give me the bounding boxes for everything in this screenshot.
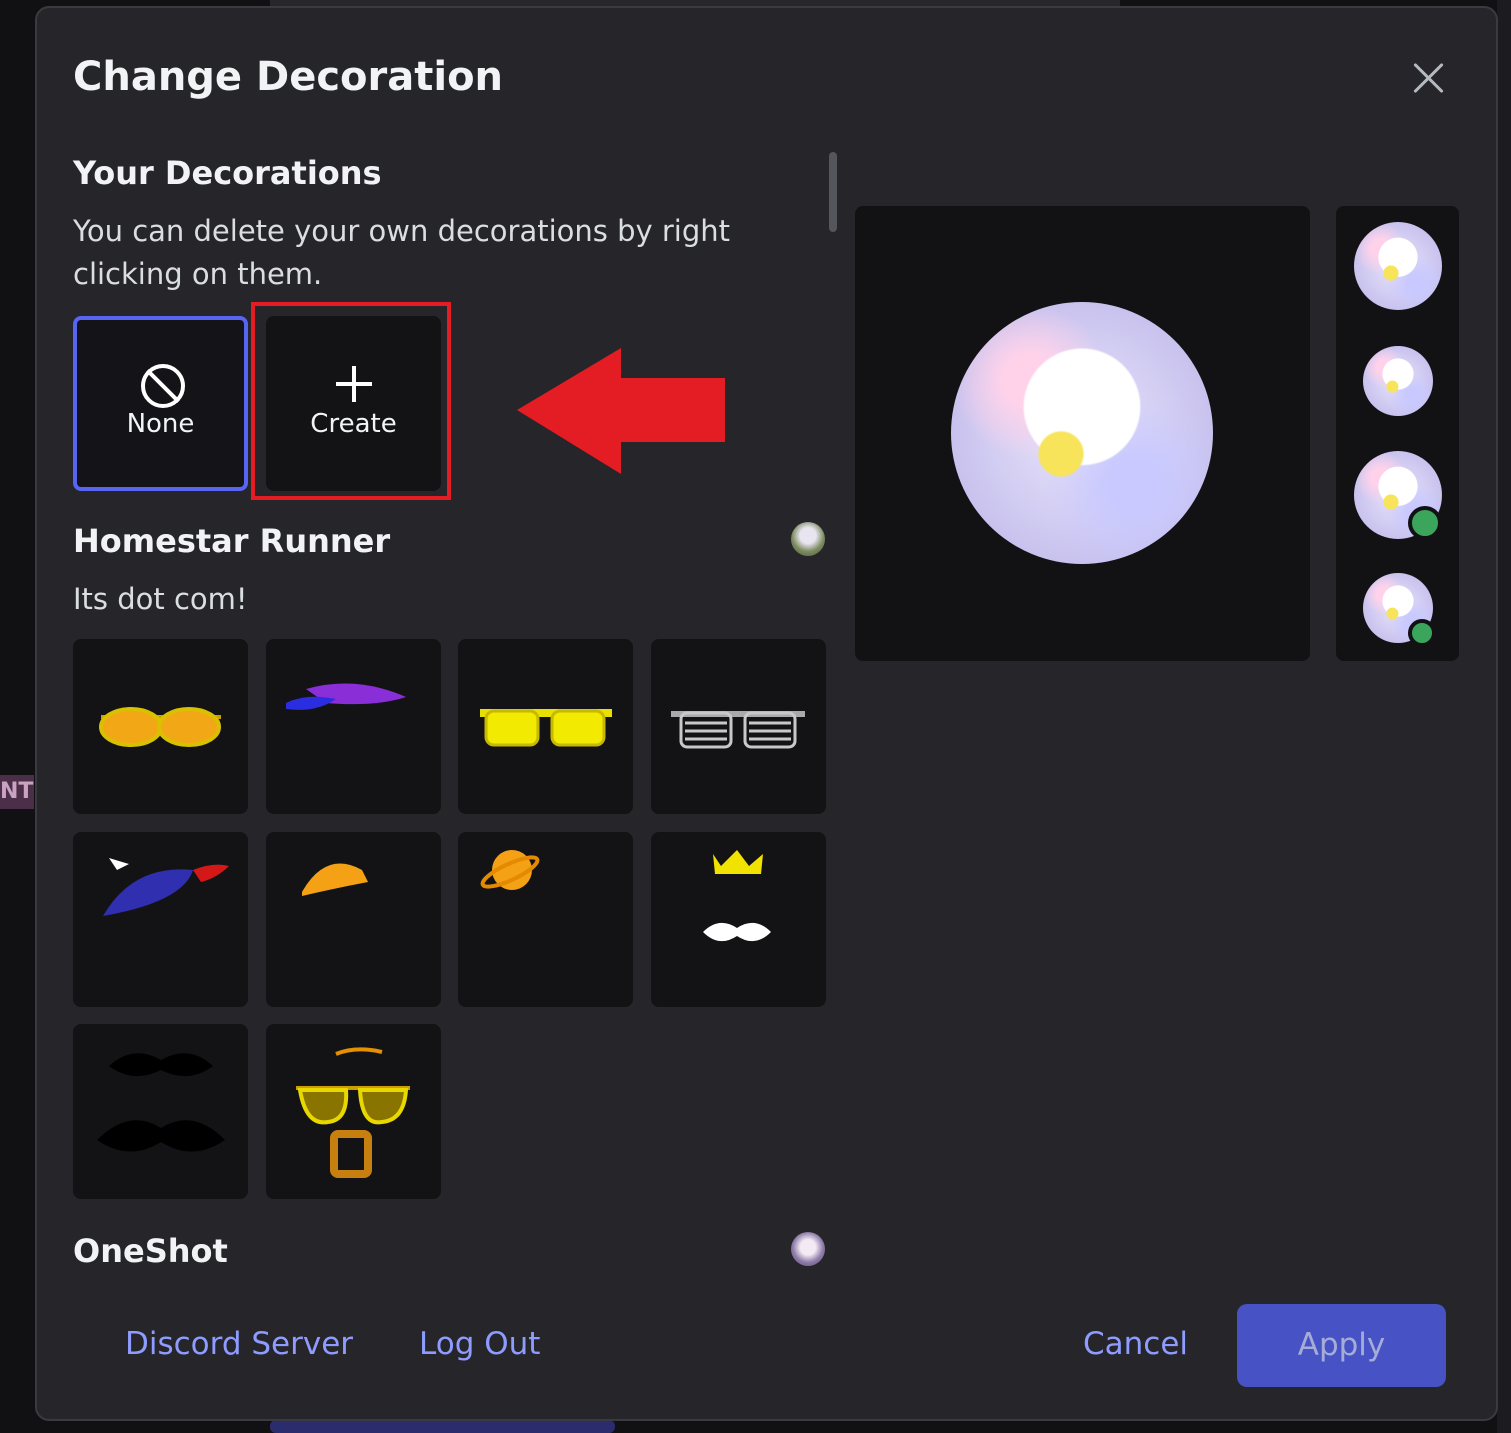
crown-and-mustache-icon <box>703 850 771 942</box>
background-fragment <box>270 1420 615 1433</box>
apply-button[interactable]: Apply <box>1237 1304 1446 1387</box>
decoration-preview-large <box>855 206 1310 661</box>
pack-title: Homestar Runner <box>73 522 391 560</box>
pack-description: Its dot com! <box>73 582 248 616</box>
propeller-cap-icon <box>103 858 229 916</box>
avatar-preview-small <box>1363 346 1433 416</box>
purple-cap-icon <box>286 683 406 710</box>
decoration-crown-and-mustache[interactable] <box>651 832 826 1007</box>
decoration-aviator-sunglasses[interactable] <box>73 639 248 814</box>
modal-title: Change Decoration <box>73 54 504 100</box>
discord-server-link[interactable]: Discord Server <box>125 1326 353 1362</box>
black-mustaches-icon <box>97 1053 225 1152</box>
decoration-preview-sizes <box>1336 206 1459 661</box>
decoration-yellow-square-glasses[interactable] <box>458 639 633 814</box>
background-edge <box>1497 0 1511 1433</box>
none-decoration-button[interactable]: None <box>73 316 248 491</box>
orange-planet-hat-icon <box>480 850 540 890</box>
log-out-link[interactable]: Log Out <box>419 1326 540 1362</box>
decoration-orange-planet-hat[interactable] <box>458 832 633 1007</box>
pack-author-avatar[interactable] <box>791 1232 825 1266</box>
scrollbar[interactable] <box>829 152 837 232</box>
decoration-yellow-glasses-beard[interactable] <box>266 1024 441 1199</box>
red-arrow-annotation <box>517 348 725 474</box>
decoration-shutter-shades[interactable] <box>651 639 826 814</box>
online-status-icon <box>1408 619 1436 647</box>
decoration-orange-hardhat[interactable] <box>266 832 441 1007</box>
aviator-sunglasses-icon <box>99 707 221 747</box>
yellow-glasses-beard-icon <box>296 1047 410 1178</box>
decoration-propeller-cap[interactable] <box>73 832 248 1007</box>
avatar-preview-small <box>1354 222 1442 310</box>
background-fragment: NTH <box>0 775 34 809</box>
cancel-button[interactable]: Cancel <box>1083 1326 1188 1362</box>
create-highlight-box <box>251 302 451 500</box>
decoration-purple-cap[interactable] <box>266 639 441 814</box>
yellow-square-glasses-icon <box>480 709 612 747</box>
your-decorations-description: You can delete your own decorations by r… <box>73 214 731 291</box>
no-symbol-icon <box>141 364 185 408</box>
your-decorations-heading: Your Decorations <box>73 154 382 192</box>
pack-title: OneShot <box>73 1232 228 1268</box>
decoration-black-mustaches[interactable] <box>73 1024 248 1199</box>
shutter-shades-icon <box>671 711 805 749</box>
pack-author-avatar[interactable] <box>791 522 825 556</box>
avatar-preview-image <box>951 302 1213 564</box>
online-status-icon <box>1408 506 1442 540</box>
close-icon[interactable] <box>1407 56 1451 100</box>
none-label: None <box>126 409 195 439</box>
orange-hardhat-icon <box>302 863 368 896</box>
change-decoration-modal: Change Decoration Your Decorations You c… <box>35 6 1498 1421</box>
